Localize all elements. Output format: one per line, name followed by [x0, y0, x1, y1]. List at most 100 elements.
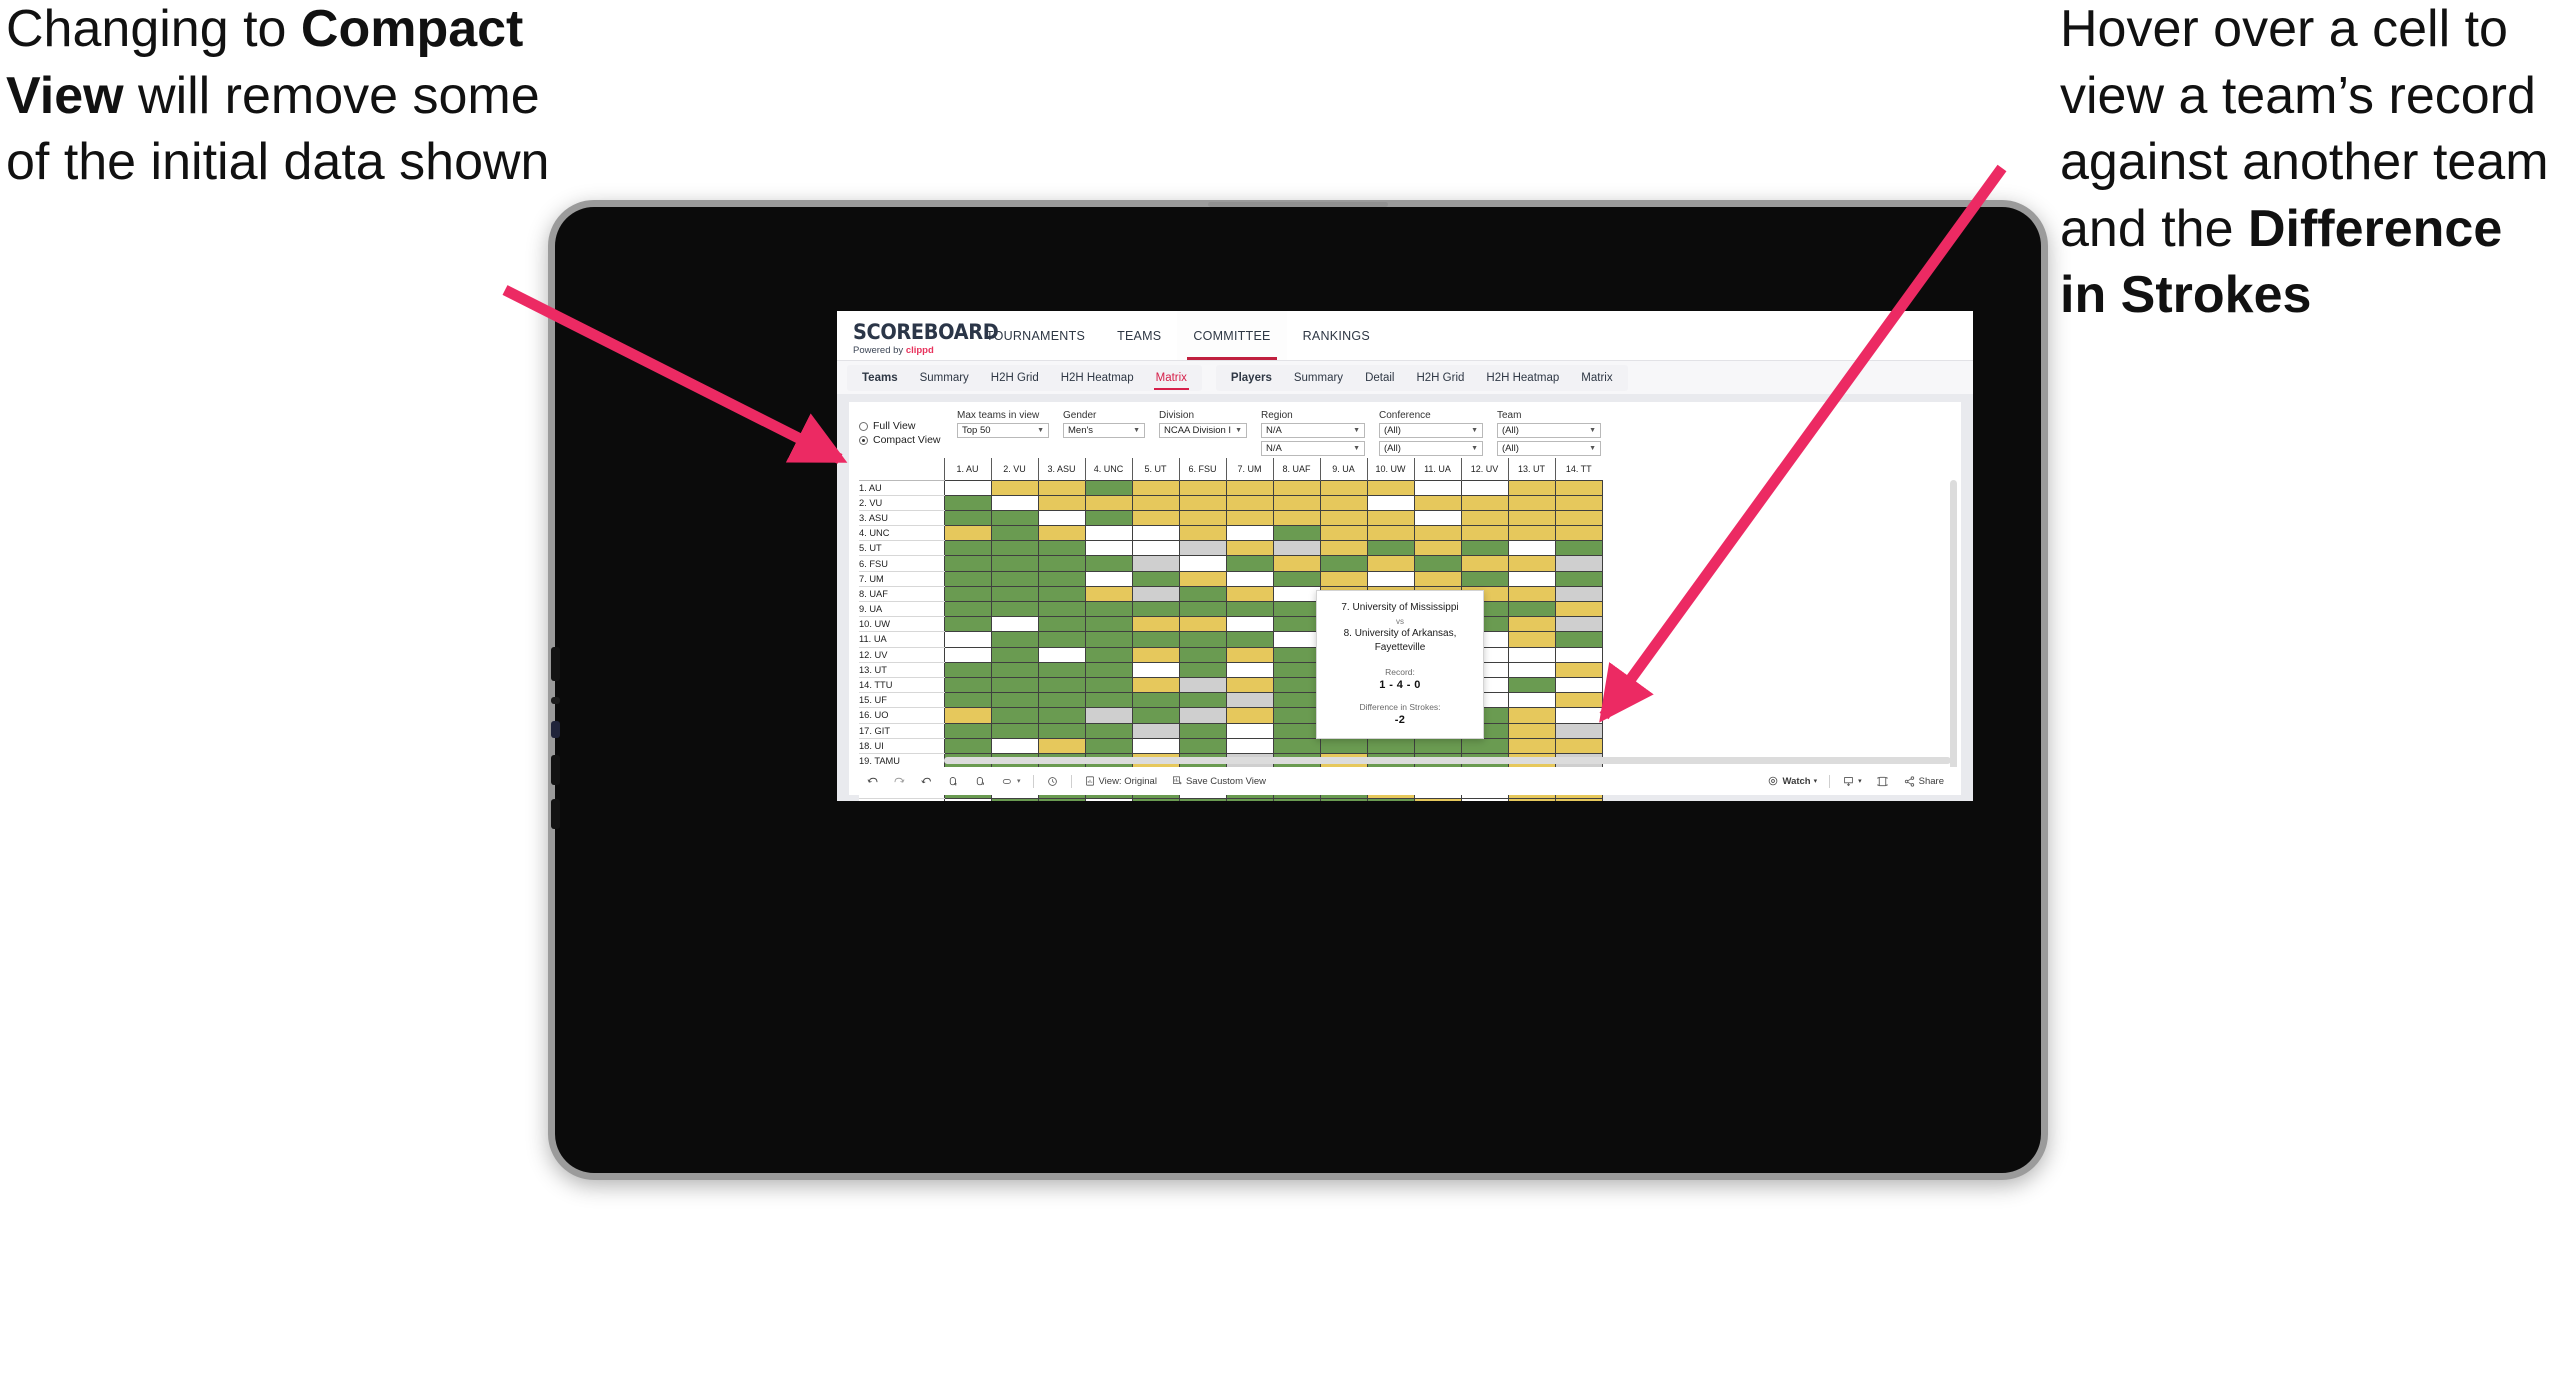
matrix-cell[interactable]	[1178, 494, 1227, 511]
matrix-cell[interactable]	[1554, 707, 1603, 724]
matrix-cell[interactable]	[1131, 509, 1180, 527]
matrix-cell[interactable]	[1131, 540, 1180, 557]
matrix-cell[interactable]	[1084, 798, 1133, 801]
matrix-cell[interactable]	[990, 525, 1039, 542]
matrix-cell[interactable]	[1507, 646, 1556, 663]
matrix-cell[interactable]	[1507, 737, 1556, 754]
matrix-cell[interactable]	[943, 676, 992, 694]
matrix-cell[interactable]	[1272, 509, 1321, 527]
save-custom-view-button[interactable]: Save Custom View	[1164, 767, 1273, 795]
matrix-cell[interactable]	[1178, 692, 1227, 709]
matrix-cell[interactable]	[1225, 509, 1274, 527]
revert-button[interactable]	[913, 767, 940, 795]
matrix-cell[interactable]	[1319, 737, 1368, 754]
matrix-cell[interactable]	[990, 646, 1039, 663]
matrix-cell[interactable]	[1131, 600, 1180, 618]
matrix-cell[interactable]	[990, 479, 1039, 496]
matrix-cell[interactable]	[1272, 616, 1321, 633]
matrix-cell[interactable]	[1225, 600, 1274, 618]
matrix-cell[interactable]	[1225, 798, 1274, 801]
matrix-cell[interactable]	[1037, 570, 1086, 587]
matrix-cell[interactable]	[1037, 540, 1086, 557]
matrix-cell[interactable]	[1178, 600, 1227, 618]
matrix-cell[interactable]	[1037, 600, 1086, 618]
matrix-cell[interactable]	[1272, 737, 1321, 754]
subnav-players-h2h-heatmap[interactable]: H2H Heatmap	[1475, 365, 1570, 391]
matrix-cell[interactable]	[1554, 540, 1603, 557]
matrix-cell[interactable]	[990, 600, 1039, 618]
matrix-cell[interactable]	[1413, 525, 1462, 542]
matrix-cell[interactable]	[1084, 631, 1133, 648]
matrix-cell[interactable]	[1272, 570, 1321, 587]
matrix-cell[interactable]	[990, 585, 1039, 603]
filter-conference-select-2[interactable]: (All) ▼	[1379, 441, 1483, 456]
matrix-cell[interactable]	[990, 661, 1039, 678]
matrix-cell[interactable]	[1037, 661, 1086, 678]
matrix-cell[interactable]	[1178, 540, 1227, 557]
matrix-cell[interactable]	[1460, 570, 1509, 587]
device-layout-button[interactable]	[1869, 767, 1896, 795]
matrix-cell[interactable]	[1131, 616, 1180, 633]
matrix-cell[interactable]	[1131, 479, 1180, 496]
radio-full-view[interactable]: Full View	[859, 419, 957, 433]
matrix-cell[interactable]	[1554, 692, 1603, 709]
matrix-cell[interactable]	[1413, 798, 1462, 801]
matrix-cell[interactable]	[1178, 509, 1227, 527]
matrix-cell[interactable]	[1554, 676, 1603, 694]
matrix-cell[interactable]	[1319, 540, 1368, 557]
matrix-cell[interactable]	[943, 707, 992, 724]
subnav-players-detail[interactable]: Detail	[1354, 365, 1405, 391]
view-original-button[interactable]: View: Original	[1077, 767, 1164, 795]
matrix-cell[interactable]	[1225, 540, 1274, 557]
matrix-cell[interactable]	[1460, 540, 1509, 557]
subnav-players-summary[interactable]: Summary	[1283, 365, 1354, 391]
matrix-cell[interactable]	[1554, 722, 1603, 739]
matrix-cell[interactable]	[1178, 676, 1227, 694]
matrix-cell[interactable]	[1131, 570, 1180, 587]
matrix-cell[interactable]	[1554, 479, 1603, 496]
highlight-button[interactable]: ▾	[994, 767, 1028, 795]
matrix-cell[interactable]	[1037, 494, 1086, 511]
matrix-cell[interactable]	[1366, 540, 1415, 557]
matrix-cell[interactable]	[1272, 631, 1321, 648]
matrix-cell[interactable]	[1554, 737, 1603, 754]
matrix-cell[interactable]	[990, 676, 1039, 694]
matrix-horizontal-scrollbar[interactable]	[944, 757, 1951, 764]
matrix-cell[interactable]	[1131, 555, 1180, 572]
matrix-cell[interactable]	[1225, 570, 1274, 587]
matrix-cell[interactable]	[1554, 600, 1603, 618]
matrix-cell[interactable]	[1272, 661, 1321, 678]
matrix-cell[interactable]	[1460, 798, 1509, 801]
redo-button[interactable]	[886, 767, 913, 795]
matrix-cell[interactable]	[1178, 585, 1227, 603]
watch-button[interactable]: Watch ▾	[1760, 767, 1824, 795]
subnav-teams-matrix[interactable]: Matrix	[1145, 365, 1198, 391]
matrix-cell[interactable]	[1319, 494, 1368, 511]
matrix-cell[interactable]	[1131, 585, 1180, 603]
matrix-cell[interactable]	[943, 585, 992, 603]
matrix-cell[interactable]	[1507, 525, 1556, 542]
alerts-button[interactable]	[1039, 767, 1066, 795]
topnav-item-rankings[interactable]: RANKINGS	[1287, 311, 1386, 360]
matrix-cell[interactable]	[1037, 692, 1086, 709]
matrix-cell[interactable]	[1178, 616, 1227, 633]
topnav-item-teams[interactable]: TEAMS	[1101, 311, 1177, 360]
matrix-cell[interactable]	[943, 692, 992, 709]
matrix-cell[interactable]	[990, 631, 1039, 648]
matrix-cell[interactable]	[1131, 646, 1180, 663]
matrix-cell[interactable]	[1084, 509, 1133, 527]
matrix-cell[interactable]	[1272, 525, 1321, 542]
matrix-cell[interactable]	[1131, 737, 1180, 754]
matrix-cell[interactable]	[1272, 692, 1321, 709]
matrix-cell[interactable]	[1178, 722, 1227, 739]
matrix-cell[interactable]	[1225, 631, 1274, 648]
matrix-cell[interactable]	[990, 692, 1039, 709]
matrix-cell[interactable]	[1460, 509, 1509, 527]
matrix-cell[interactable]	[1460, 479, 1509, 496]
matrix-cell[interactable]	[1554, 585, 1603, 603]
subnav-players-matrix[interactable]: Matrix	[1570, 365, 1623, 391]
matrix-cell[interactable]	[990, 570, 1039, 587]
matrix-cell[interactable]	[1507, 631, 1556, 648]
matrix-cell[interactable]	[1084, 555, 1133, 572]
matrix-cell[interactable]	[1225, 616, 1274, 633]
